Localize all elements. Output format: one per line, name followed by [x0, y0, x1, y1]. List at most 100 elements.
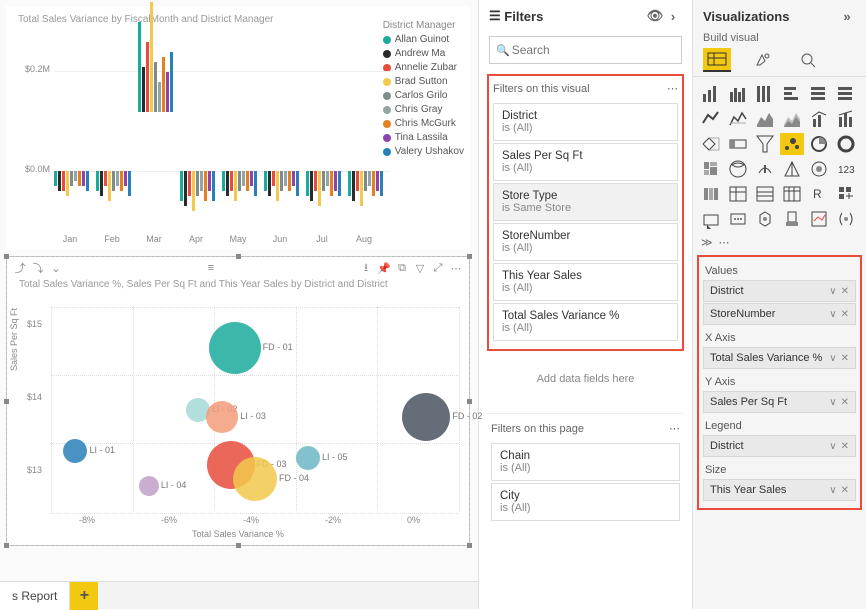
legend-item[interactable]: Valery Ushakov: [383, 145, 464, 159]
well-size[interactable]: This Year Sales∨✕: [703, 479, 856, 501]
bubble[interactable]: [296, 446, 320, 470]
more-icon[interactable]: ⋯: [667, 82, 678, 95]
search-input[interactable]: [510, 42, 675, 58]
build-tab-analytics[interactable]: [795, 48, 823, 72]
legend-item[interactable]: Chris McGurk: [383, 117, 464, 131]
viz-type-icon[interactable]: [807, 108, 831, 130]
viz-type-icon[interactable]: [699, 133, 723, 155]
viz-type-icon[interactable]: [780, 133, 804, 155]
more-icon[interactable]: ⋯: [669, 422, 680, 435]
viz-type-icon[interactable]: [834, 108, 858, 130]
drill-up-icon[interactable]: ⤴: [11, 259, 29, 277]
filter-card[interactable]: StoreNumberis (All): [493, 223, 678, 261]
pin-icon[interactable]: 📌: [375, 259, 393, 277]
viz-type-icon[interactable]: [753, 83, 777, 105]
viz-type-icon[interactable]: [807, 208, 831, 230]
viz-type-icon[interactable]: [699, 83, 723, 105]
bubble[interactable]: [233, 457, 277, 501]
viz-type-icon[interactable]: [699, 208, 723, 230]
legend-item[interactable]: Andrew Ma: [383, 47, 464, 61]
more-icon[interactable]: ⋯: [447, 259, 465, 277]
legend-item[interactable]: Allan Guinot: [383, 33, 464, 47]
viz-type-icon[interactable]: [726, 133, 750, 155]
viz-type-icon[interactable]: [699, 183, 723, 205]
collapse-icon[interactable]: ›: [664, 9, 682, 24]
filter-card[interactable]: Total Sales Variance %is (All): [493, 303, 678, 341]
well-values[interactable]: StoreNumber∨✕: [703, 303, 856, 325]
build-tab-fields[interactable]: [703, 48, 731, 72]
legend-item[interactable]: Brad Sutton: [383, 75, 464, 89]
viz-type-icon[interactable]: [834, 183, 858, 205]
legend-item[interactable]: Carlos Grilo: [383, 89, 464, 103]
show-icon[interactable]: 👁: [646, 8, 664, 24]
filters-icon: ☰: [489, 8, 501, 24]
viz-type-icon[interactable]: [807, 158, 831, 180]
legend-item[interactable]: Annelie Zubar: [383, 61, 464, 75]
viz-type-icon[interactable]: [780, 158, 804, 180]
viz-type-icon[interactable]: [726, 108, 750, 130]
filter-icon[interactable]: ▽: [411, 259, 429, 277]
viz-type-icon[interactable]: [807, 133, 831, 155]
more-icon[interactable]: ⋯: [719, 236, 730, 249]
chart-bar[interactable]: Total Sales Variance by FiscalMonth and …: [6, 6, 470, 250]
y-tick: $0.0M: [16, 164, 50, 174]
viz-type-icon[interactable]: [753, 183, 777, 205]
viz-type-icon[interactable]: 123: [834, 158, 858, 180]
chart-title: Total Sales Variance %, Sales Per Sq Ft …: [7, 279, 469, 290]
pane-title: Filters: [504, 9, 646, 24]
export-icon[interactable]: ⭳: [357, 259, 375, 277]
search-icon: 🔍: [496, 44, 510, 57]
expand-icon[interactable]: ⌄: [47, 259, 65, 277]
filter-card[interactable]: This Year Salesis (All): [493, 263, 678, 301]
legend-item[interactable]: Chris Gray: [383, 103, 464, 117]
viz-type-icon[interactable]: R: [807, 183, 831, 205]
viz-type-icon[interactable]: [726, 158, 750, 180]
bubble[interactable]: [402, 393, 450, 441]
viz-type-icon[interactable]: [780, 108, 804, 130]
chart-scatter[interactable]: ⤴ ⤵ ⌄ ≡ ⭳ 📌 ⧉ ▽ ⤢ ⋯ Total Sales Variance…: [6, 256, 470, 546]
viz-type-icon[interactable]: [780, 183, 804, 205]
field-wells: Values District∨✕ StoreNumber∨✕ X Axis T…: [697, 255, 862, 510]
bubble[interactable]: [63, 439, 87, 463]
viz-type-icon[interactable]: [834, 83, 858, 105]
viz-type-icon[interactable]: [726, 183, 750, 205]
filter-card[interactable]: Sales Per Sq Ftis (All): [493, 143, 678, 181]
add-field-hint[interactable]: Add data fields here: [483, 359, 688, 399]
bubble[interactable]: [206, 401, 238, 433]
collapse-icon[interactable]: »: [838, 9, 856, 24]
viz-type-icon[interactable]: [753, 108, 777, 130]
viz-type-icon[interactable]: [699, 158, 723, 180]
tab-add[interactable]: +: [70, 582, 98, 610]
search-box[interactable]: 🔍: [489, 36, 682, 64]
legend-item[interactable]: Tina Lassila: [383, 131, 464, 145]
viz-type-icon[interactable]: [780, 208, 804, 230]
filter-card[interactable]: Store Typeis Same Store: [493, 183, 678, 221]
drill-down-icon[interactable]: ⤵: [29, 259, 47, 277]
tab-report[interactable]: s Report: [0, 582, 70, 610]
viz-type-icon[interactable]: [834, 133, 858, 155]
focus-icon[interactable]: ⤢: [429, 259, 447, 277]
bubble[interactable]: [139, 476, 159, 496]
viz-type-icon[interactable]: [834, 208, 858, 230]
viz-type-icon[interactable]: [780, 83, 804, 105]
report-canvas[interactable]: Total Sales Variance by FiscalMonth and …: [0, 0, 478, 609]
filters-on-page: Filters on this page⋯ Chainis (All)Cityi…: [487, 413, 684, 523]
filter-card[interactable]: Cityis (All): [491, 483, 680, 521]
bubble[interactable]: [209, 322, 261, 374]
viz-type-icon[interactable]: [807, 83, 831, 105]
filter-card[interactable]: Chainis (All): [491, 443, 680, 481]
viz-type-icon[interactable]: [753, 133, 777, 155]
viz-type-icon[interactable]: [753, 158, 777, 180]
filter-card[interactable]: Districtis (All): [493, 103, 678, 141]
viz-type-icon[interactable]: [726, 83, 750, 105]
build-tab-format[interactable]: [749, 48, 777, 72]
automate-icon[interactable]: ≫: [701, 236, 713, 249]
viz-type-icon[interactable]: [699, 108, 723, 130]
well-xaxis[interactable]: Total Sales Variance %∨✕: [703, 347, 856, 369]
viz-type-icon[interactable]: [726, 208, 750, 230]
well-legend[interactable]: District∨✕: [703, 435, 856, 457]
copy-icon[interactable]: ⧉: [393, 259, 411, 277]
viz-type-icon[interactable]: [753, 208, 777, 230]
well-yaxis[interactable]: Sales Per Sq Ft∨✕: [703, 391, 856, 413]
well-values[interactable]: District∨✕: [703, 280, 856, 302]
